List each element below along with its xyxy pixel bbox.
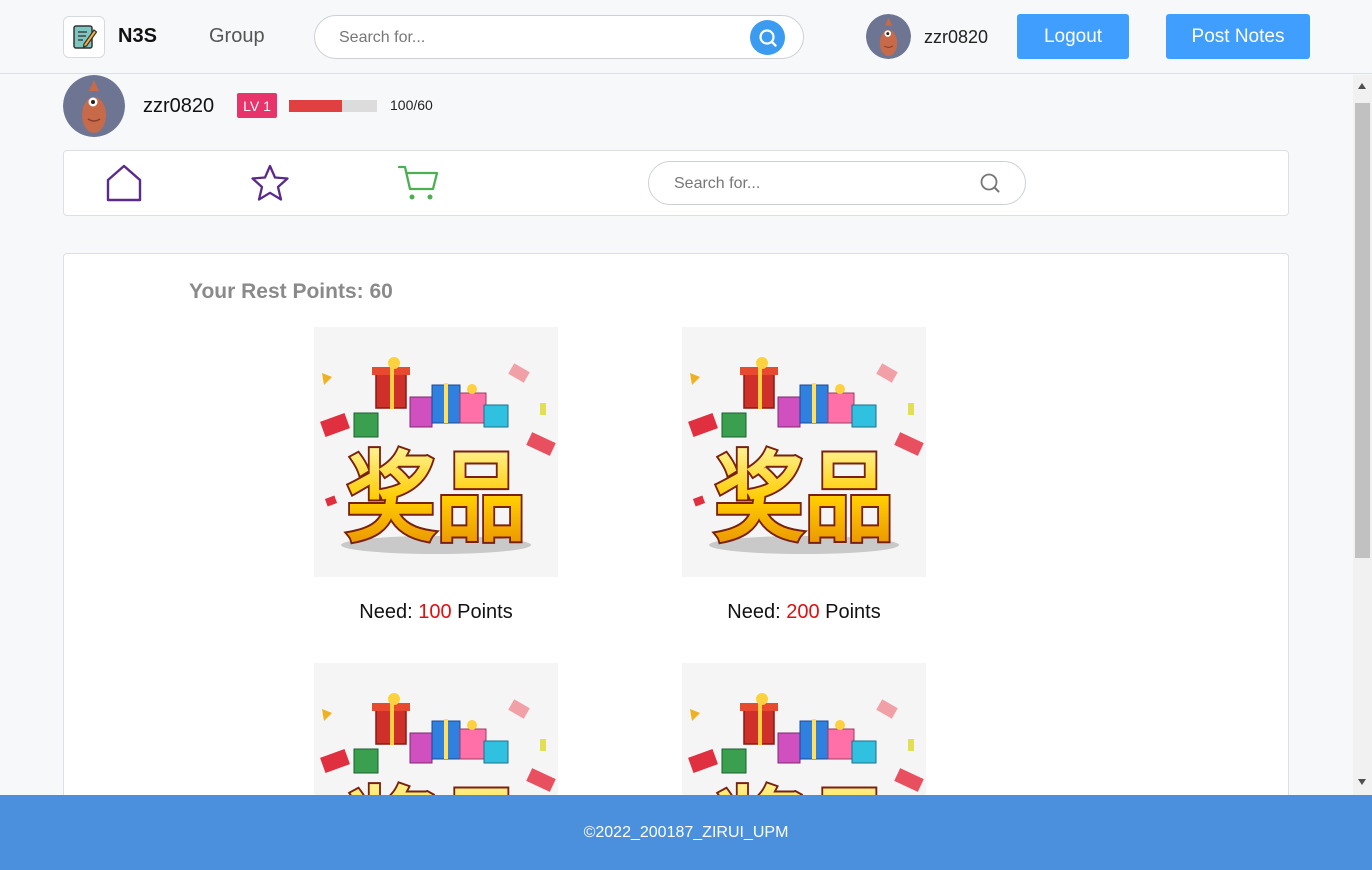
exp-progress-fill <box>289 100 342 112</box>
top-search-input[interactable] <box>339 26 739 50</box>
notepad-icon <box>73 25 98 49</box>
favorites-tab[interactable] <box>248 161 292 205</box>
cart-icon <box>397 165 439 200</box>
avatar-icon <box>866 14 911 59</box>
prize-card: 奖品 Need: 200 Points <box>682 327 926 624</box>
page-footer: ©2022_200187_ZIRUI_UPM <box>0 795 1372 870</box>
scrollbar-thumb[interactable] <box>1355 103 1370 558</box>
sub-search-bar <box>648 161 1026 205</box>
username-label[interactable]: zzr0820 <box>924 27 988 48</box>
top-search-button[interactable] <box>750 20 785 55</box>
prize-need-text: Need: 100 Points <box>314 601 558 624</box>
prize-points-value: 200 <box>786 601 820 623</box>
exp-progress-bar <box>289 100 377 112</box>
scroll-up-arrow-icon[interactable] <box>1358 83 1366 89</box>
home-tab[interactable] <box>102 161 146 205</box>
prize-artwork: 奖品 <box>682 327 926 577</box>
need-label: Need: <box>359 601 413 623</box>
prize-image[interactable]: 奖品 <box>682 327 926 577</box>
user-avatar[interactable] <box>866 14 911 59</box>
top-navbar: N3S Group zzr0820 Logout Post Notes <box>0 0 1372 74</box>
avatar-icon <box>63 75 125 137</box>
sub-search-input[interactable] <box>674 172 974 196</box>
brand-name[interactable]: N3S <box>118 25 157 48</box>
sub-navigation <box>63 150 1289 216</box>
prize-artwork: 奖品 <box>314 327 558 577</box>
exp-progress-text: 100/60 <box>390 97 433 113</box>
prize-points-value: 100 <box>418 601 452 623</box>
prize-need-text: Need: 200 Points <box>682 601 926 624</box>
level-badge: LV 1 <box>237 93 277 118</box>
sub-search-button[interactable] <box>979 172 1003 196</box>
prize-artwork-text: 奖品 <box>346 442 526 556</box>
search-icon <box>980 173 1000 193</box>
search-icon <box>758 28 777 47</box>
nav-group-link[interactable]: Group <box>209 25 265 48</box>
rest-points-label: Your Rest Points: 60 <box>189 280 393 303</box>
points-label: Points <box>825 601 881 623</box>
top-search-bar <box>314 15 804 59</box>
prize-card: 奖品 Need: 100 Points <box>314 327 558 624</box>
need-label: Need: <box>727 601 781 623</box>
logo[interactable] <box>63 16 105 58</box>
profile-username: zzr0820 <box>143 95 215 117</box>
home-icon <box>106 164 142 202</box>
scroll-down-arrow-icon[interactable] <box>1358 779 1366 785</box>
points-label: Points <box>457 601 513 623</box>
prize-image[interactable]: 奖品 <box>314 327 558 577</box>
profile-avatar[interactable] <box>63 75 125 137</box>
page-scrollbar[interactable] <box>1353 75 1372 795</box>
post-notes-button[interactable]: Post Notes <box>1166 14 1310 59</box>
points-shop-card: Your Rest Points: 60 奖品 Need: 100 Points… <box>63 253 1289 870</box>
logout-button[interactable]: Logout <box>1017 14 1129 59</box>
shop-tab[interactable] <box>396 161 440 205</box>
footer-copyright: ©2022_200187_ZIRUI_UPM <box>583 823 789 841</box>
star-icon <box>251 164 289 201</box>
prize-artwork-text: 奖品 <box>714 442 894 556</box>
